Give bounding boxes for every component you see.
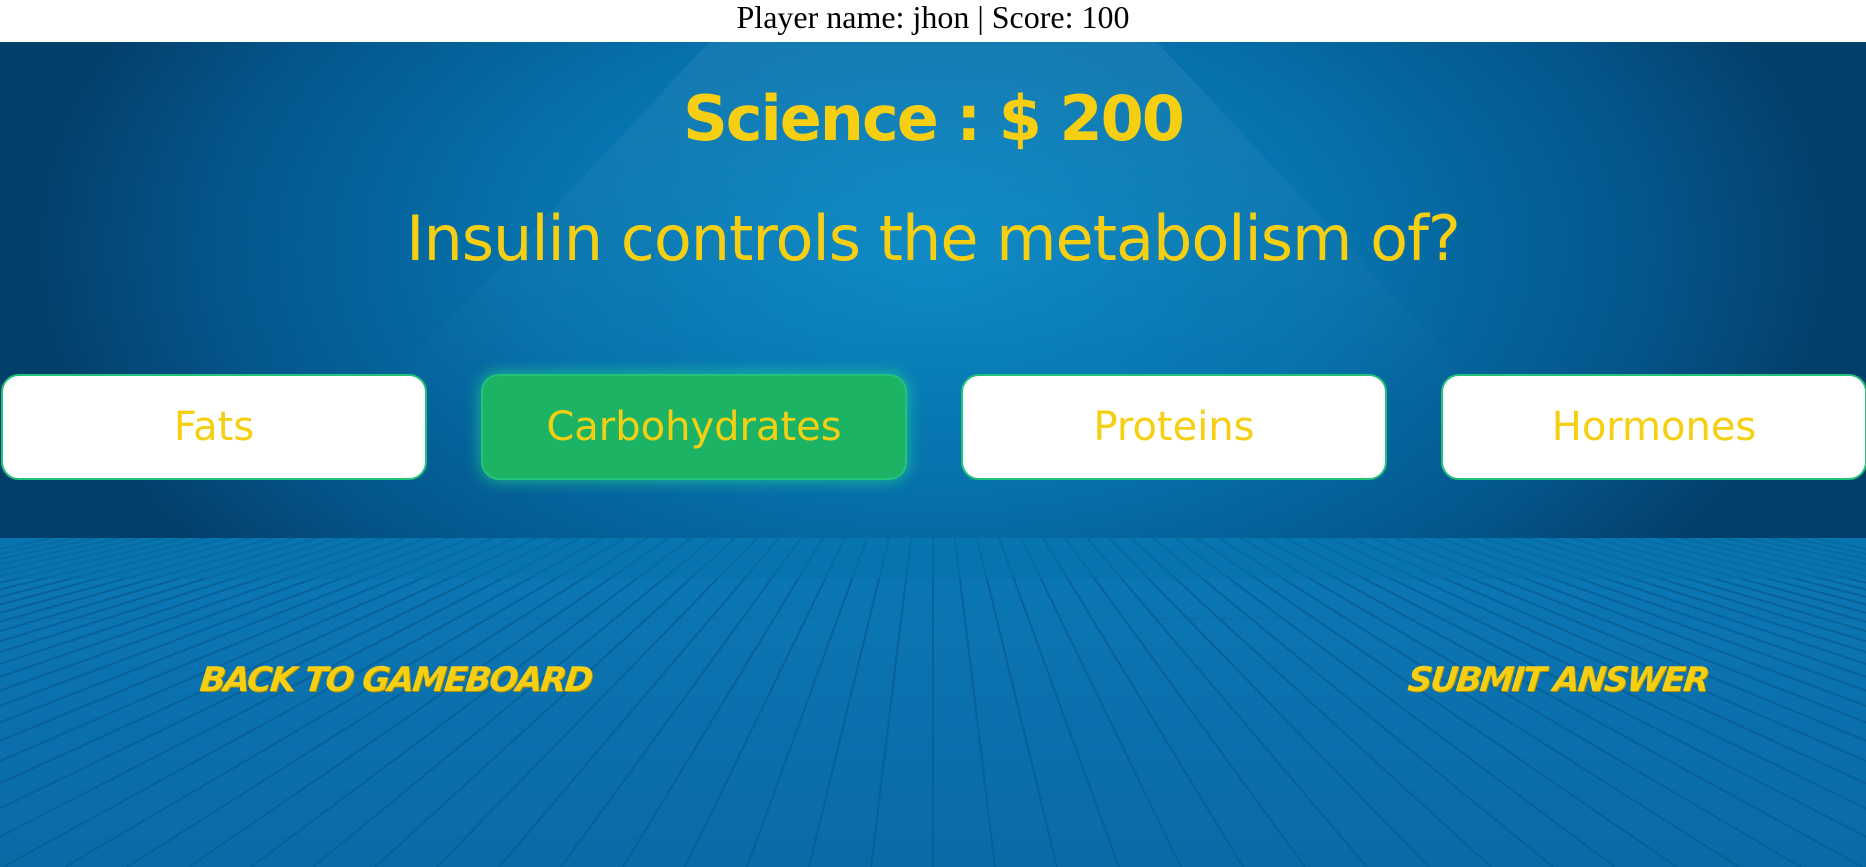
answer-option-hormones[interactable]: Hormones [1441,374,1866,480]
category-name: Science [683,82,939,155]
category-value-title: Science : $ 200 [0,82,1866,155]
submit-answer-button[interactable]: Submit Answer [1406,660,1710,700]
question-text: Insulin controls the metabolism of? [406,202,1461,275]
question-value: $ 200 [998,82,1185,155]
answer-option-proteins[interactable]: Proteins [961,374,1387,480]
score-label: Score: [991,0,1074,35]
answer-options: Fats Carbohydrates Proteins Hormones [0,374,1866,480]
score-value: 100 [1081,0,1130,35]
answer-option-carbohydrates[interactable]: Carbohydrates [481,374,907,480]
player-status-bar: Player name: jhon | Score: 100 [0,0,1866,42]
status-separator: | [977,0,984,35]
player-name: jhon [912,0,970,35]
player-name-label: Player name: [736,0,905,35]
back-to-gameboard-button[interactable]: Back to Gameboard [198,660,593,700]
question-stage: Science : $ 200 Insulin controls the met… [0,42,1866,867]
title-separator: : [956,82,981,155]
wood-floor [0,538,1866,867]
answer-option-fats[interactable]: Fats [1,374,427,480]
